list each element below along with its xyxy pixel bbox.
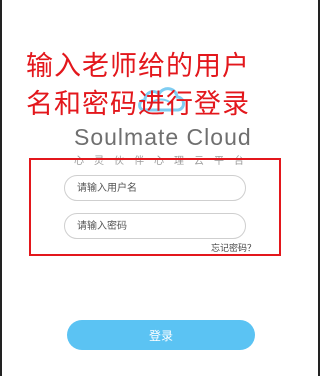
- username-input[interactable]: [64, 175, 246, 201]
- password-input[interactable]: [64, 213, 246, 239]
- login-button[interactable]: 登录: [67, 320, 255, 350]
- annotation-line-1: 输入老师给的用户: [26, 51, 250, 82]
- instruction-annotation: 输入老师给的用户 名和密码进行登录: [26, 48, 306, 124]
- brand-name: Soulmate Cloud: [74, 124, 252, 150]
- forgot-password-link[interactable]: 忘记密码？: [211, 241, 256, 254]
- annotation-line-2: 名和密码进行登录: [26, 89, 250, 120]
